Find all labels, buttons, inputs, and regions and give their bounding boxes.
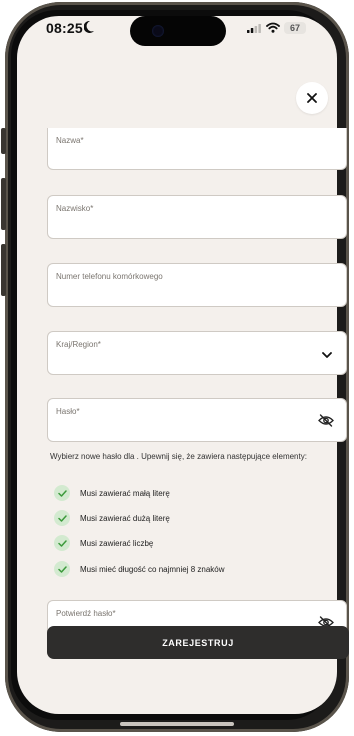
check-icon (54, 485, 70, 501)
requirement-length: Musi mieć długość co najmniej 8 znaków (54, 560, 225, 578)
first-name-label: Nazwa* (56, 136, 84, 145)
battery-indicator: 67 (284, 22, 306, 34)
requirement-label: Musi mieć długość co najmniej 8 znaków (80, 564, 225, 574)
phone-field[interactable]: Numer telefonu komórkowego (47, 263, 347, 307)
check-icon (54, 535, 70, 551)
close-button[interactable] (296, 82, 328, 114)
volume-up-button (1, 178, 6, 230)
moon-icon (84, 21, 94, 33)
chevron-down-icon (322, 352, 332, 358)
phone-label: Numer telefonu komórkowego (56, 272, 163, 281)
last-name-field[interactable]: Nazwisko* (47, 195, 347, 239)
password-label: Hasło* (56, 407, 80, 416)
eye-off-icon[interactable] (318, 414, 334, 427)
status-time: 08:25 (46, 20, 83, 36)
register-button[interactable]: ZAREJESTRUJ (47, 626, 349, 659)
camera-lens (152, 25, 164, 37)
signal-icon (247, 24, 261, 33)
country-select[interactable]: Kraj/Region* (47, 331, 347, 375)
requirement-label: Musi zawierać liczbę (80, 538, 154, 548)
action-button (1, 128, 6, 154)
requirement-uppercase: Musi zawierać dużą literę (54, 509, 170, 527)
last-name-label: Nazwisko* (56, 204, 94, 213)
confirm-password-label: Potwierdź hasło* (56, 609, 116, 618)
password-instructions: Wybierz nowe hasło dla . Upewnij się, że… (50, 452, 307, 461)
password-field[interactable]: Hasło* (47, 398, 347, 442)
home-indicator (120, 722, 234, 726)
close-icon (307, 93, 317, 103)
requirement-number: Musi zawierać liczbę (54, 534, 153, 552)
dynamic-island (130, 16, 226, 46)
requirement-label: Musi zawierać dużą literę (80, 513, 170, 523)
check-icon (54, 561, 70, 577)
volume-down-button (1, 244, 6, 296)
country-label: Kraj/Region* (56, 340, 101, 349)
first-name-field[interactable]: Nazwa* (47, 128, 347, 170)
requirement-lowercase: Musi zawierać małą literę (54, 484, 170, 502)
wifi-icon (266, 22, 280, 33)
requirement-label: Musi zawierać małą literę (80, 488, 170, 498)
check-icon (54, 510, 70, 526)
